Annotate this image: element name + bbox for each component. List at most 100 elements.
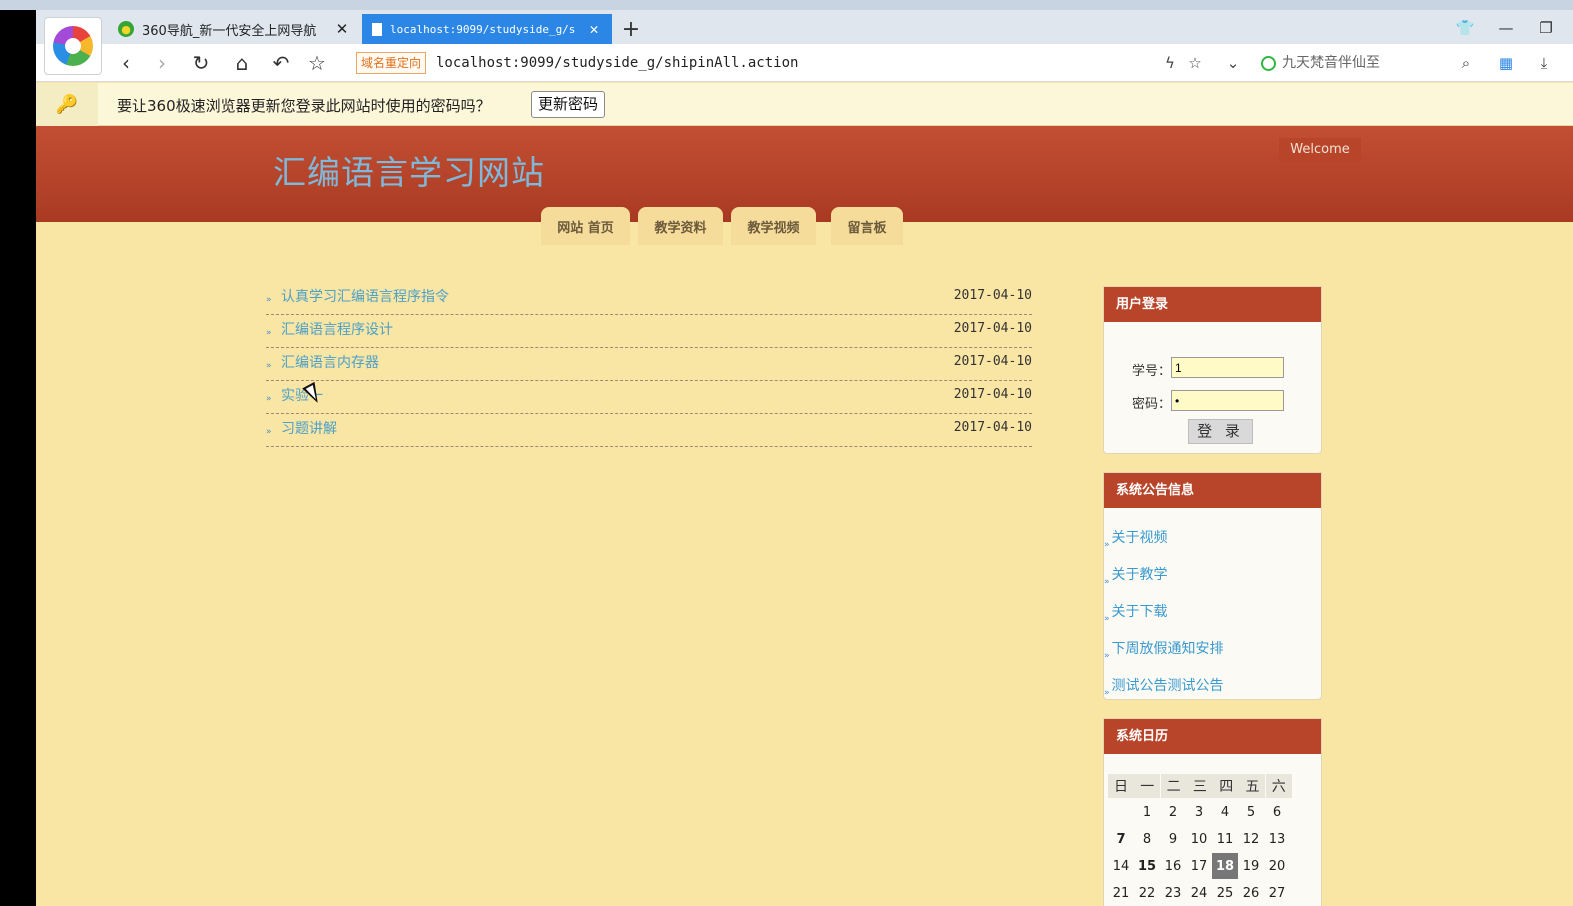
calendar-day[interactable]: 5 bbox=[1238, 799, 1264, 825]
home-button[interactable]: ⌂ bbox=[228, 49, 256, 77]
close-icon[interactable]: ✕ bbox=[334, 20, 350, 38]
back-button[interactable]: ‹ bbox=[112, 49, 140, 77]
nav-materials[interactable]: 教学资料 bbox=[638, 207, 723, 245]
calendar-week-row: 7 8 9 10 11 12 13 bbox=[1108, 825, 1320, 852]
calendar-day[interactable]: 4 bbox=[1212, 799, 1238, 825]
url-input[interactable]: localhost:9099/studyside_g/shipinAll.act… bbox=[436, 52, 798, 74]
bookmark-button[interactable]: ☆ bbox=[303, 49, 331, 77]
calendar-day[interactable]: 2 bbox=[1160, 799, 1186, 825]
redirect-badge[interactable]: 域名重定向 bbox=[356, 52, 427, 74]
notice-link[interactable]: 关于下载 bbox=[1112, 604, 1168, 620]
tab-localhost[interactable]: localhost:9099/studyside_g/s ✕ bbox=[362, 14, 612, 44]
calendar-day[interactable]: 3 bbox=[1186, 799, 1212, 825]
calendar-week-row: 1 2 3 4 5 6 bbox=[1108, 798, 1320, 825]
reload-button[interactable]: ↻ bbox=[187, 49, 215, 77]
calendar-day-today[interactable]: 18 bbox=[1212, 853, 1238, 879]
calendar-day[interactable]: 27 bbox=[1264, 880, 1290, 906]
bullet-icon: » bbox=[1104, 688, 1109, 698]
calendar-day[interactable]: 16 bbox=[1160, 853, 1186, 879]
calendar-day[interactable]: 21 bbox=[1108, 880, 1134, 906]
video-link[interactable]: 汇编语言内存器 bbox=[281, 352, 379, 372]
calendar-day[interactable]: 23 bbox=[1160, 880, 1186, 906]
apps-icon[interactable]: ▦ bbox=[1494, 50, 1518, 76]
calendar-day[interactable]: 26 bbox=[1238, 880, 1264, 906]
skin-icon[interactable]: 👕 bbox=[1450, 14, 1480, 42]
lightning-icon[interactable]: ϟ bbox=[1158, 50, 1182, 76]
page-icon bbox=[372, 22, 382, 36]
password-bar-message: 要让360极速浏览器更新您登录此网站时使用的密码吗？ bbox=[117, 97, 491, 115]
calendar-day[interactable]: 20 bbox=[1264, 853, 1290, 879]
login-button[interactable]: 登 录 bbox=[1188, 419, 1253, 444]
video-link[interactable]: 汇编语言程序设计 bbox=[281, 319, 393, 339]
password-input[interactable] bbox=[1171, 390, 1284, 411]
calendar-day[interactable]: 22 bbox=[1134, 880, 1160, 906]
download-icon[interactable]: ⤓ bbox=[1532, 50, 1556, 76]
list-item: » 汇编语言程序设计 2017-04-10 bbox=[266, 315, 1032, 348]
bullet-icon: » bbox=[266, 361, 271, 371]
calendar-week-row: 14 15 16 17 18 19 20 bbox=[1108, 852, 1320, 879]
calendar-day[interactable]: 17 bbox=[1186, 853, 1212, 879]
notice-link[interactable]: 关于教学 bbox=[1112, 567, 1168, 583]
notice-item[interactable]: » 关于视频 bbox=[1104, 527, 1168, 550]
nav-guestbook[interactable]: 留言板 bbox=[831, 207, 903, 245]
notice-link[interactable]: 关于视频 bbox=[1112, 530, 1168, 546]
calendar-weekday-row: 日 一 二 三 四 五 六 bbox=[1108, 774, 1320, 798]
calendar-day[interactable]: 13 bbox=[1264, 826, 1290, 852]
list-item: » 习题讲解 2017-04-10 bbox=[266, 414, 1032, 447]
video-link[interactable]: 习题讲解 bbox=[281, 418, 337, 438]
video-date: 2017-04-10 bbox=[953, 420, 1032, 435]
calendar-day[interactable]: 7 bbox=[1108, 826, 1134, 852]
nav-home[interactable]: 网站 首页 bbox=[541, 207, 630, 245]
calendar-day[interactable]: 8 bbox=[1134, 826, 1160, 852]
video-link[interactable]: 认真学习汇编语言程序指令 bbox=[281, 286, 449, 306]
restore-button[interactable]: ❐ bbox=[1531, 14, 1561, 42]
tab-360-nav[interactable]: ● 360导航_新一代安全上网导航 ✕ bbox=[108, 14, 360, 44]
calendar-day[interactable]: 25 bbox=[1212, 880, 1238, 906]
list-item: » 汇编语言内存器 2017-04-10 bbox=[266, 348, 1032, 381]
notice-link[interactable]: 下周放假通知安排 bbox=[1112, 641, 1224, 657]
bullet-icon: » bbox=[1104, 577, 1109, 587]
bullet-icon: » bbox=[266, 427, 271, 437]
calendar-day[interactable]: 15 bbox=[1134, 853, 1160, 879]
calendar-day[interactable] bbox=[1108, 799, 1134, 825]
notice-item[interactable]: » 测试公告测试公告 bbox=[1104, 675, 1224, 698]
calendar-day[interactable]: 9 bbox=[1160, 826, 1186, 852]
search-input[interactable]: 九天梵音伴仙至 bbox=[1258, 52, 1458, 74]
calendar-day[interactable]: 12 bbox=[1238, 826, 1264, 852]
tab-title: 360导航_新一代安全上网导航 bbox=[142, 23, 317, 39]
notice-item[interactable]: » 关于下载 bbox=[1104, 601, 1168, 624]
star-icon[interactable]: ☆ bbox=[1183, 50, 1207, 76]
video-date: 2017-04-10 bbox=[953, 288, 1032, 303]
browser-logo[interactable] bbox=[44, 17, 102, 75]
forward-button[interactable]: › bbox=[148, 49, 176, 77]
video-list: » 认真学习汇编语言程序指令 2017-04-10 » 汇编语言程序设计 201… bbox=[266, 282, 1032, 447]
weekday-label: 四 bbox=[1213, 774, 1240, 798]
close-icon[interactable]: ✕ bbox=[586, 20, 602, 38]
weekday-label: 五 bbox=[1239, 774, 1266, 798]
calendar-panel-header: 系统日历 bbox=[1104, 719, 1321, 754]
video-date: 2017-04-10 bbox=[953, 387, 1032, 402]
search-icon[interactable]: ⌕ bbox=[1454, 50, 1478, 76]
calendar-day[interactable]: 11 bbox=[1212, 826, 1238, 852]
calendar-day[interactable]: 10 bbox=[1186, 826, 1212, 852]
calendar-day[interactable]: 19 bbox=[1238, 853, 1264, 879]
minimize-button[interactable]: — bbox=[1491, 14, 1521, 42]
calendar-day[interactable]: 14 bbox=[1108, 853, 1134, 879]
update-password-button[interactable]: 更新密码 bbox=[531, 91, 606, 118]
nav-videos[interactable]: 教学视频 bbox=[731, 207, 816, 245]
calendar-day[interactable]: 1 bbox=[1134, 799, 1160, 825]
calendar-day[interactable]: 6 bbox=[1264, 799, 1290, 825]
desktop-top-strip bbox=[0, 0, 1573, 10]
calendar-day[interactable]: 24 bbox=[1186, 880, 1212, 906]
undo-close-button[interactable]: ↶ bbox=[267, 49, 295, 77]
notice-item[interactable]: » 下周放假通知安排 bbox=[1104, 638, 1224, 661]
notice-item[interactable]: » 关于教学 bbox=[1104, 564, 1168, 587]
bullet-icon: » bbox=[1104, 540, 1109, 550]
notice-link[interactable]: 测试公告测试公告 bbox=[1112, 678, 1224, 694]
address-bar-row: ‹ › ↻ ⌂ ↶ ☆ 域名重定向 localhost:9099/studysi… bbox=[36, 44, 1573, 82]
chevron-down-icon[interactable]: ⌄ bbox=[1221, 50, 1245, 76]
new-tab-button[interactable]: + bbox=[618, 14, 644, 44]
notice-panel: 系统公告信息 » 关于视频 » 关于教学 » 关于下载 » 下周放假通知安排 » 测试公告… bbox=[1103, 472, 1322, 700]
login-panel-header: 用户登录 bbox=[1104, 287, 1321, 322]
student-id-input[interactable] bbox=[1171, 357, 1284, 378]
